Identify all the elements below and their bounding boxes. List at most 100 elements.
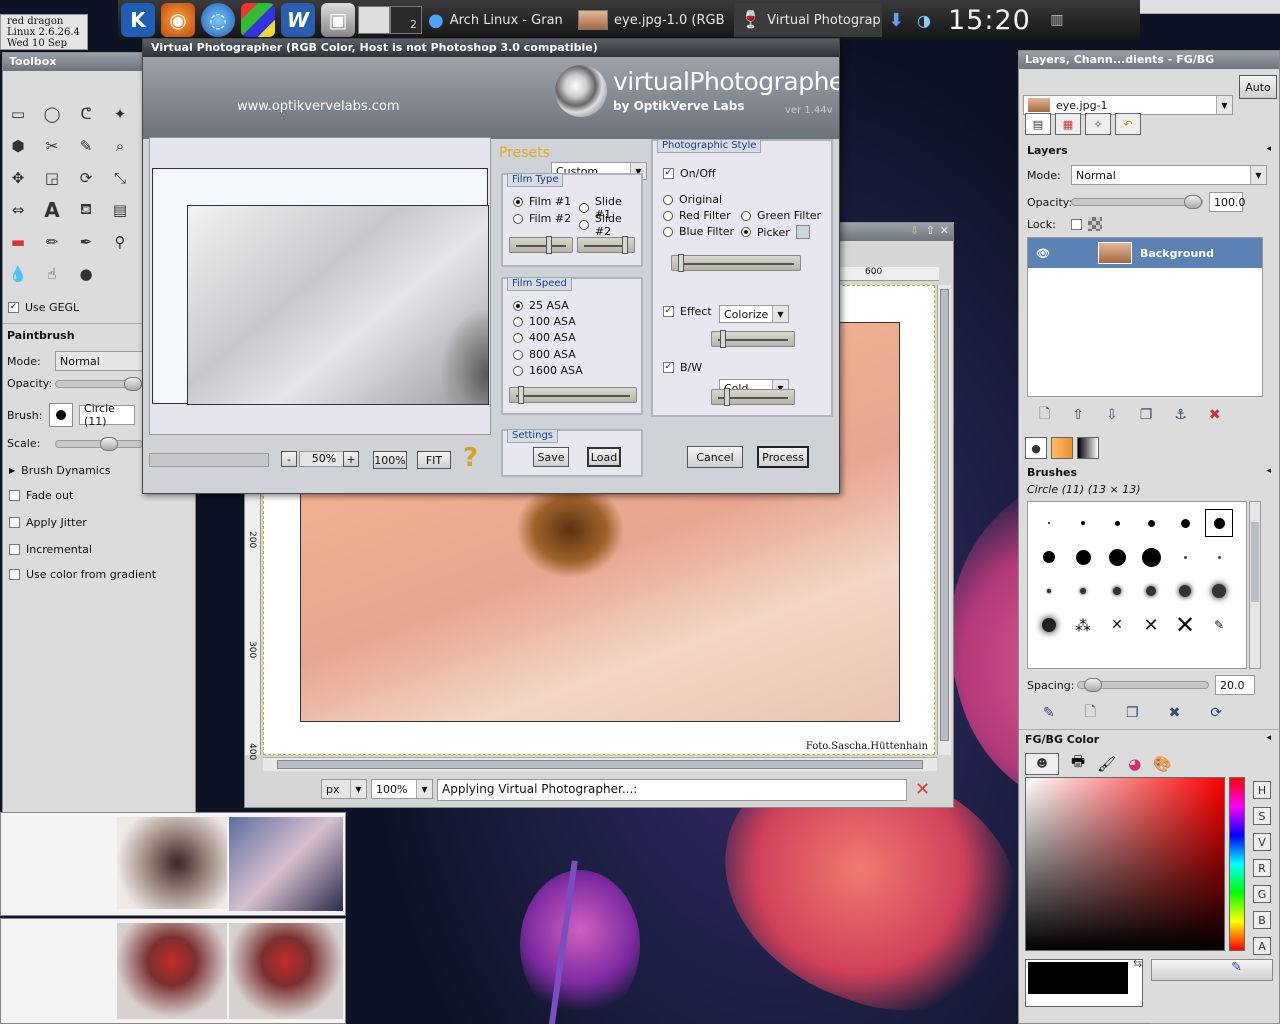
brush-item[interactable] bbox=[1080, 588, 1086, 594]
picker-swatch[interactable] bbox=[795, 225, 810, 239]
scissors-icon[interactable]: ✂ bbox=[41, 135, 63, 157]
radio[interactable] bbox=[513, 213, 523, 224]
gradient-tab-icon[interactable] bbox=[1077, 437, 1099, 459]
scroll-thumb[interactable] bbox=[277, 760, 923, 769]
use-gegl-checkbox[interactable]: ✓ bbox=[8, 302, 19, 313]
channel-v-button[interactable]: V bbox=[1253, 833, 1271, 851]
edit-brush-icon[interactable]: ✎ bbox=[1043, 705, 1055, 721]
asa-100-option[interactable]: 100 ASA bbox=[513, 315, 576, 328]
layer-mode-combo[interactable]: Normal ▼ bbox=[1071, 165, 1267, 185]
slider-thumb[interactable] bbox=[678, 254, 684, 272]
brush-item[interactable] bbox=[1042, 618, 1056, 632]
blue-filter-option[interactable]: Blue Filter bbox=[663, 225, 734, 238]
channel-a-button[interactable]: A bbox=[1253, 937, 1271, 955]
asa-800-option[interactable]: 800 ASA bbox=[513, 348, 576, 361]
minimize-icon[interactable]: ⇩ bbox=[910, 224, 919, 237]
effect-slider[interactable] bbox=[711, 330, 795, 348]
bw-option[interactable]: ✓ B/W bbox=[663, 361, 702, 374]
film-slider-2[interactable] bbox=[577, 236, 635, 254]
onoff-option[interactable]: ✓ On/Off bbox=[663, 167, 716, 180]
brush-item[interactable] bbox=[1075, 549, 1091, 565]
cancel-button[interactable]: Cancel bbox=[687, 446, 743, 468]
zoom-in-button[interactable]: + bbox=[343, 451, 359, 467]
layer-row-background[interactable]: 👁 Background bbox=[1028, 238, 1262, 268]
channel-r-button[interactable]: R bbox=[1253, 859, 1271, 877]
paintbrush-icon[interactable]: ✏ bbox=[41, 231, 63, 253]
brush-tab-icon[interactable]: ● bbox=[1025, 437, 1047, 459]
radio[interactable] bbox=[741, 227, 751, 237]
panel-menu-icon[interactable]: ◂ bbox=[1266, 466, 1271, 476]
desktop-pager-1[interactable] bbox=[358, 6, 390, 34]
load-button[interactable]: Load bbox=[587, 447, 621, 467]
maximize-icon[interactable]: ⇧ bbox=[926, 224, 935, 237]
opacity-slider[interactable] bbox=[55, 376, 143, 391]
onoff-checkbox[interactable]: ✓ bbox=[663, 168, 674, 179]
panel-menu-icon[interactable]: ◂ bbox=[1266, 733, 1271, 743]
select-by-color-icon[interactable]: ⬢ bbox=[7, 135, 29, 157]
task-eye-image[interactable]: eye.jpg-1.0 (RGB bbox=[572, 3, 734, 37]
brush-item[interactable] bbox=[1212, 584, 1226, 598]
film-slider-1[interactable] bbox=[509, 236, 573, 254]
slider-knob[interactable] bbox=[124, 376, 142, 391]
w-app-icon[interactable]: W bbox=[281, 3, 315, 37]
radio[interactable] bbox=[741, 210, 751, 221]
new-brush-icon[interactable]: 🗋 bbox=[1085, 701, 1096, 725]
hue-strip[interactable] bbox=[1229, 777, 1245, 951]
smudge-icon[interactable]: ☝ bbox=[41, 263, 63, 285]
bucket-fill-icon[interactable]: ⛾ bbox=[75, 199, 97, 221]
style-slider[interactable] bbox=[671, 254, 801, 272]
brush-item[interactable]: ✕ bbox=[1111, 617, 1123, 633]
blur-icon[interactable]: 💧 bbox=[7, 263, 29, 285]
brush-item[interactable] bbox=[1081, 521, 1085, 525]
fade-out-checkbox[interactable] bbox=[9, 490, 20, 501]
foreground-swatch[interactable] bbox=[1028, 962, 1128, 994]
radio[interactable] bbox=[513, 332, 523, 343]
brush-item[interactable] bbox=[1114, 520, 1120, 526]
brush-scrollbar[interactable] bbox=[1249, 501, 1261, 669]
slider-knob[interactable] bbox=[100, 436, 118, 451]
radio[interactable] bbox=[663, 194, 673, 205]
slide2-option[interactable]: Slide #2 bbox=[579, 212, 641, 238]
brush-item[interactable] bbox=[1146, 586, 1156, 596]
brush-dynamics-expander[interactable]: ▶ Brush Dynamics bbox=[9, 464, 111, 477]
refresh-brushes-icon[interactable]: ⟳ bbox=[1210, 705, 1222, 721]
pattern-tab-icon[interactable] bbox=[1051, 437, 1073, 459]
layers-tab-icon[interactable]: ▤ bbox=[1025, 113, 1051, 135]
align-icon[interactable]: ◲ bbox=[41, 167, 63, 189]
bw-checkbox[interactable]: ✓ bbox=[663, 362, 674, 373]
brush-item[interactable]: ✎ bbox=[1214, 618, 1224, 632]
brush-item[interactable] bbox=[1183, 555, 1187, 559]
color-picker-button[interactable]: ✎ bbox=[1151, 959, 1273, 981]
opacity-field[interactable]: 100.0 bbox=[1209, 192, 1246, 212]
scroll-thumb[interactable] bbox=[940, 289, 949, 741]
lasso-icon[interactable]: ᕦ bbox=[75, 103, 97, 125]
duplicate-brush-icon[interactable]: ❐ bbox=[1126, 705, 1139, 721]
trash-icon[interactable]: ▥ bbox=[1044, 3, 1070, 37]
brush-item[interactable]: ⁂ bbox=[1075, 616, 1091, 635]
effect-checkbox[interactable]: ✓ bbox=[663, 306, 674, 317]
mode-combo[interactable]: Normal bbox=[55, 351, 145, 371]
rotate-icon[interactable]: ⟳ bbox=[75, 167, 97, 189]
brush-item[interactable] bbox=[1047, 589, 1051, 593]
zoom-fit-button[interactable]: FIT bbox=[417, 451, 451, 469]
brush-item[interactable]: ✕ bbox=[1175, 611, 1195, 639]
screenshot-thumbnail-1[interactable] bbox=[0, 812, 346, 916]
close-icon[interactable]: ✕ bbox=[940, 224, 949, 237]
color-square[interactable] bbox=[1025, 777, 1225, 951]
brush-item[interactable] bbox=[1147, 519, 1155, 527]
duplicate-layer-icon[interactable]: ❐ bbox=[1140, 407, 1153, 423]
bw-slider[interactable] bbox=[711, 388, 795, 406]
blend-icon[interactable]: ▤ bbox=[109, 199, 131, 221]
download-icon[interactable]: ⬇ bbox=[885, 3, 907, 37]
asa-1600-option[interactable]: 1600 ASA bbox=[513, 364, 583, 377]
slider-knob[interactable] bbox=[1084, 678, 1102, 692]
save-button[interactable]: Save bbox=[533, 447, 569, 467]
eye-icon[interactable]: 👁 bbox=[1036, 247, 1050, 260]
kde-menu-icon[interactable]: K bbox=[121, 3, 155, 37]
scale-icon[interactable]: ⤡ bbox=[109, 167, 131, 189]
zoom-100-button[interactable]: 100% bbox=[373, 451, 407, 469]
film-speed-slider[interactable] bbox=[509, 386, 637, 404]
fade-out-row[interactable]: Fade out bbox=[9, 489, 73, 502]
new-layer-icon[interactable]: 🗋 bbox=[1039, 403, 1050, 427]
delete-layer-icon[interactable]: ✖ bbox=[1209, 407, 1221, 423]
